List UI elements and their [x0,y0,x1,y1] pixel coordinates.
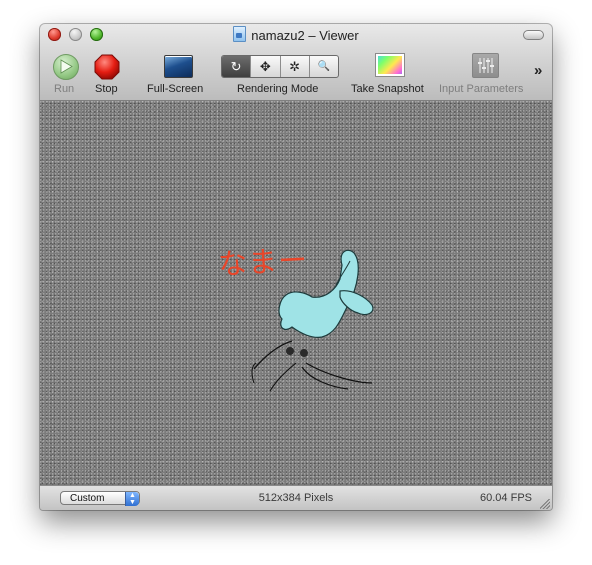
rotate-mode-icon[interactable]: ↻ [222,56,251,77]
toolbar-overflow-icon[interactable]: » [534,62,543,79]
toolbar: namazu2 – Viewer Run Stop Full-Screen ↻ … [40,24,552,101]
window-title-bar: namazu2 – Viewer [40,26,552,44]
sliders-icon [478,58,494,73]
run-button[interactable] [53,54,79,80]
take-snapshot-label: Take Snapshot [351,83,424,95]
input-parameters-button[interactable] [472,53,499,78]
full-screen-label: Full-Screen [147,83,204,95]
rendering-mode-control: ↻ ✥ ✲ 🔍 [221,55,339,78]
document-icon [233,26,247,42]
full-screen-button[interactable] [164,55,193,78]
resize-grip-icon[interactable] [540,499,550,509]
input-parameters-label: Input Parameters [439,83,524,95]
status-bar: Custom ▲ ▼ 512x384 Pixels 60.04 FPS [40,485,552,510]
window-title: namazu2 – Viewer [251,28,359,43]
viewer-window: namazu2 – Viewer Run Stop Full-Screen ↻ … [40,24,552,510]
render-viewport[interactable]: なまー [40,101,552,485]
run-label: Run [54,83,75,95]
take-snapshot-button[interactable] [375,53,405,77]
fps-readout: 60.04 FPS [480,492,532,504]
catfish-illustration [251,249,374,392]
resolution-readout: 512x384 Pixels [258,492,334,504]
zoom-mode-icon[interactable]: 🔍 [308,56,338,77]
stop-label: Stop [95,83,118,95]
bug-mode-icon[interactable]: ✲ [279,56,309,77]
play-icon [60,59,73,74]
toolbar-toggle-button[interactable] [523,30,544,40]
move-mode-icon[interactable]: ✥ [250,56,279,77]
stop-icon[interactable] [94,54,120,80]
rendering-mode-label: Rendering Mode [237,83,319,95]
